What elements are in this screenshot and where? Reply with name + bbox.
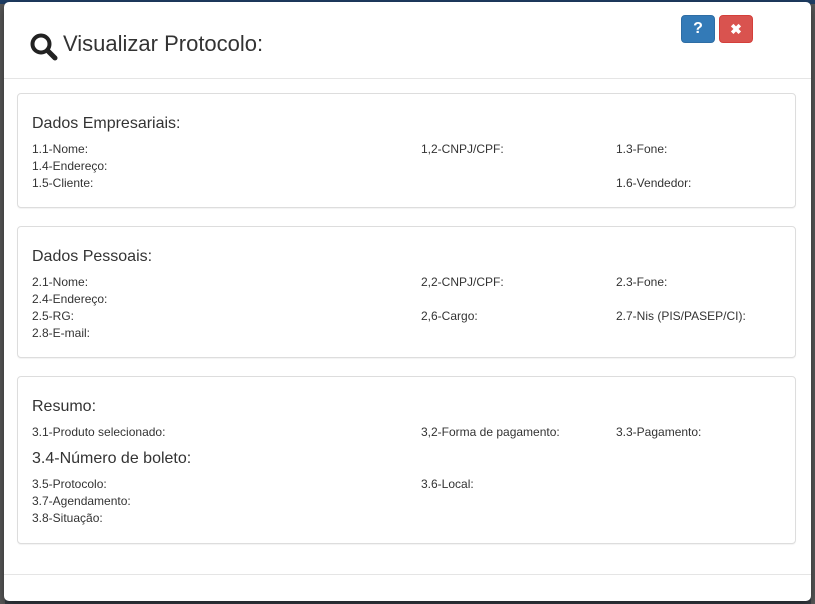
field-resumo-forma-pagamento: 3,2-Forma de pagamento:	[421, 425, 560, 439]
panel-title: Dados Pessoais:	[32, 248, 153, 265]
modal-footer	[4, 574, 811, 601]
panel-title: Resumo:	[32, 398, 97, 415]
field-resumo-pagamento: 3.3-Pagamento:	[616, 425, 702, 439]
field-empresa-cliente: 1.5-Cliente:	[32, 176, 94, 190]
field-pessoal-nome: 2.1-Nome:	[32, 275, 89, 289]
help-button-label: ?	[693, 20, 703, 37]
close-button[interactable]: ✖	[719, 15, 753, 43]
field-resumo-situacao: 3.8-Situação:	[32, 511, 103, 525]
page-backdrop-right	[811, 4, 815, 604]
close-icon: ✖	[730, 20, 742, 37]
protocol-modal: Visualizar Protocolo: ? ✖ Dados Empresar…	[4, 2, 811, 601]
panel-dados-empresariais: Dados Empresariais: 1.1-Nome: 1,2-CNPJ/C…	[17, 93, 796, 208]
modal-header: Visualizar Protocolo: ? ✖	[4, 2, 811, 79]
field-empresa-nome: 1.1-Nome:	[32, 142, 89, 156]
field-resumo-protocolo: 3.5-Protocolo:	[32, 477, 107, 491]
field-pessoal-endereco: 2.4-Endereço:	[32, 292, 108, 306]
field-resumo-boleto: 3.4-Número de boleto:	[32, 450, 192, 467]
field-empresa-vendedor: 1.6-Vendedor:	[616, 176, 692, 190]
field-resumo-produto: 3.1-Produto selecionado:	[32, 425, 166, 439]
field-pessoal-email: 2.8-E-mail:	[32, 326, 91, 340]
panel-resumo: Resumo: 3.1-Produto selecionado: 3,2-For…	[17, 376, 796, 544]
field-empresa-fone: 1.3-Fone:	[616, 142, 668, 156]
search-icon	[30, 33, 58, 61]
field-pessoal-nis: 2.7-Nis (PIS/PASEP/CI):	[616, 309, 746, 323]
field-resumo-local: 3.6-Local:	[421, 477, 474, 491]
field-empresa-cnpj: 1,2-CNPJ/CPF:	[421, 142, 504, 156]
field-pessoal-rg: 2.5-RG:	[32, 309, 75, 323]
panel-dados-pessoais: Dados Pessoais: 2.1-Nome: 2,2-CNPJ/CPF: …	[17, 226, 796, 358]
help-button[interactable]: ?	[681, 15, 715, 43]
field-resumo-agendamento: 3.7-Agendamento:	[32, 494, 131, 508]
panel-title: Dados Empresariais:	[32, 115, 181, 132]
field-empresa-endereco: 1.4-Endereço:	[32, 159, 108, 173]
field-pessoal-fone: 2.3-Fone:	[616, 275, 668, 289]
field-pessoal-cnpj: 2,2-CNPJ/CPF:	[421, 275, 504, 289]
field-pessoal-cargo: 2,6-Cargo:	[421, 309, 478, 323]
modal-title: Visualizar Protocolo:	[63, 31, 264, 56]
